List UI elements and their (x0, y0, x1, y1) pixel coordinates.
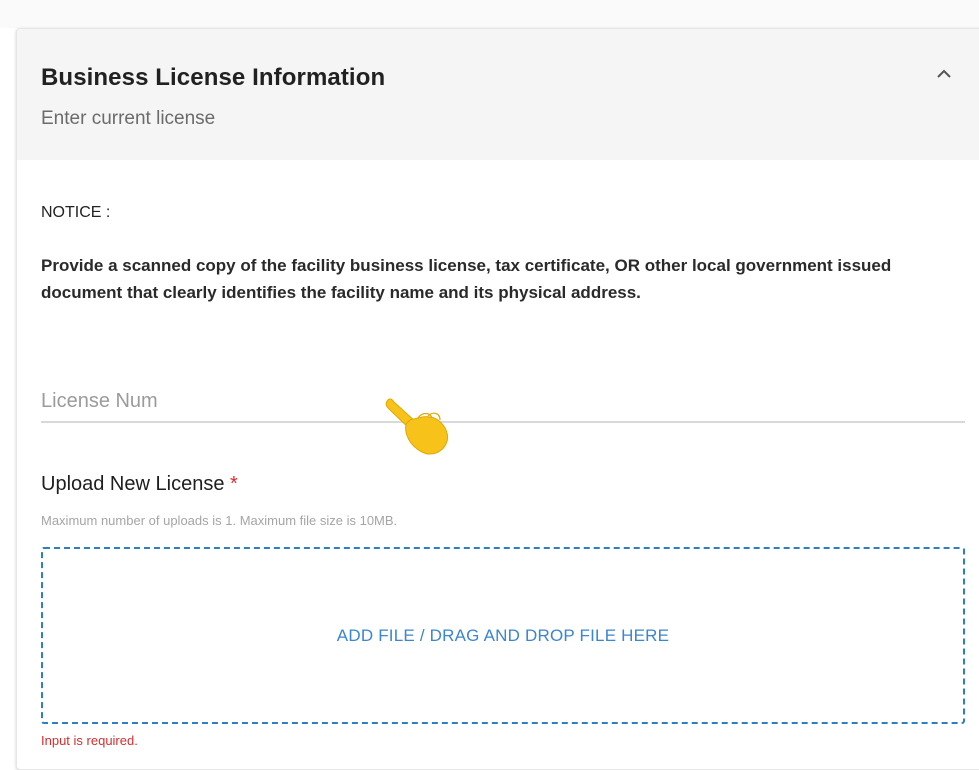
upload-error-message: Input is required. (41, 733, 138, 748)
upload-label-text: Upload New License (41, 473, 225, 495)
business-license-card: Business License Information Enter curre… (16, 28, 979, 770)
file-dropzone[interactable]: ADD FILE / DRAG AND DROP FILE HERE (41, 547, 965, 724)
add-file-link[interactable]: ADD FILE / DRAG AND DROP FILE HERE (43, 626, 963, 646)
upload-hint: Maximum number of uploads is 1. Maximum … (41, 513, 398, 528)
license-number-input[interactable] (41, 381, 965, 423)
section-title: Business License Information (41, 64, 386, 91)
required-marker: * (230, 473, 238, 495)
notice-text: Provide a scanned copy of the facility b… (41, 256, 892, 302)
section-subtitle: Enter current license (41, 108, 216, 129)
chevron-up-icon[interactable] (932, 62, 956, 86)
card-header[interactable]: Business License Information Enter curre… (17, 29, 979, 160)
notice-label: NOTICE : (41, 204, 111, 221)
top-background-strip (0, 0, 979, 28)
upload-license-label: Upload New License * (41, 473, 238, 496)
